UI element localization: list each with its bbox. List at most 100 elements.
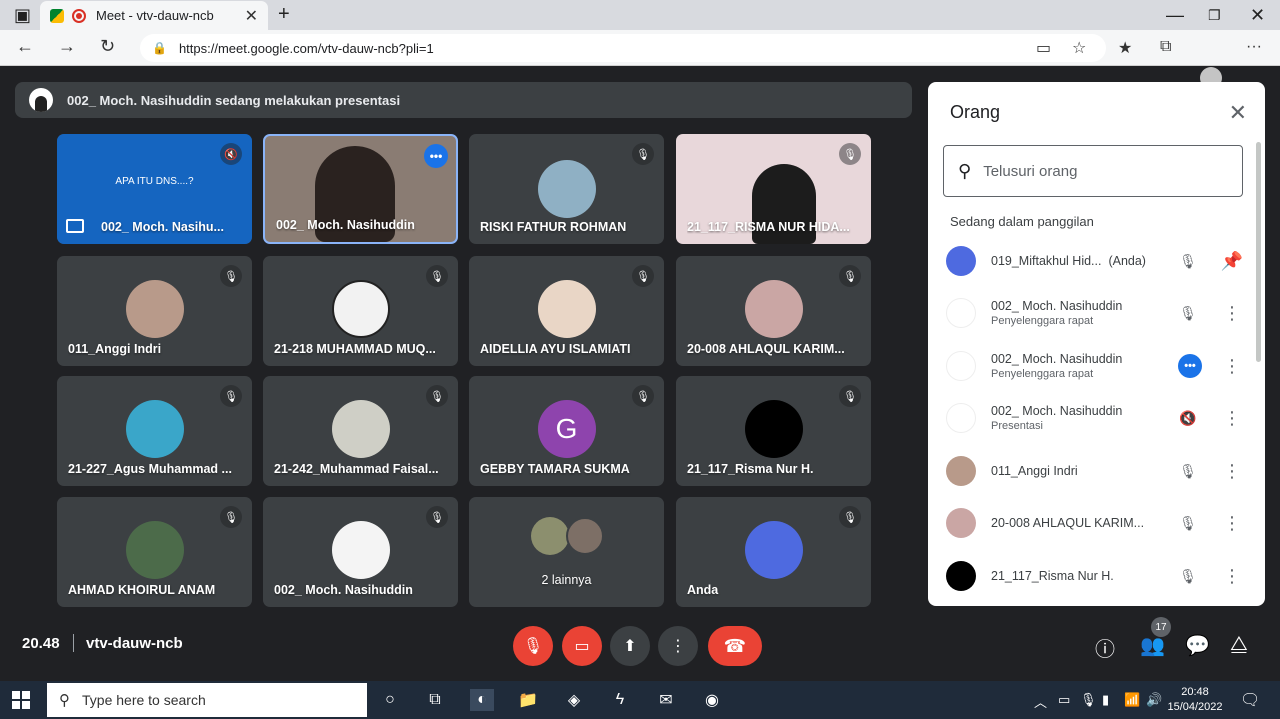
- favorites-icon[interactable]: ★: [1118, 38, 1132, 58]
- task-view-icon[interactable]: ⧉: [423, 689, 447, 711]
- video-tile[interactable]: 🎙 21_117_RISMA NUR HIDA...: [676, 134, 871, 244]
- camera-toggle-button[interactable]: ▭: [562, 626, 602, 666]
- microphone-toggle-button[interactable]: 🎙: [513, 626, 553, 666]
- video-tile[interactable]: 🎙 21_117_Risma Nur H.: [676, 376, 871, 486]
- reload-icon[interactable]: ↻: [100, 36, 115, 57]
- browser-tab[interactable]: Meet - vtv-dauw-ncb ✕: [40, 1, 268, 30]
- microphone-tray-icon[interactable]: 🎙: [1080, 692, 1097, 708]
- meeting-code: vtv-dauw-ncb: [86, 635, 183, 652]
- more-options-icon[interactable]: ⋮: [1218, 356, 1246, 377]
- close-window-icon[interactable]: ✕: [1250, 5, 1265, 26]
- address-bar-row: ← → ↻ 🔒 https://meet.google.com/vtv-dauw…: [0, 30, 1280, 89]
- mic-off-icon[interactable]: 🎙: [1174, 568, 1202, 585]
- person-row[interactable]: 20-008 AHLAQUL KARIM... 🎙 ⋮: [946, 499, 1246, 547]
- more-options-icon[interactable]: ⋮: [1218, 566, 1246, 587]
- muted-icon: 🎙: [632, 265, 654, 287]
- video-tile[interactable]: 🎙 AHMAD KHOIRUL ANAM: [57, 497, 252, 607]
- camera-in-use-icon[interactable]: ▭: [1036, 38, 1051, 58]
- app-icon[interactable]: ϟ: [608, 689, 632, 711]
- forward-icon[interactable]: →: [58, 36, 76, 57]
- taskbar-search-input[interactable]: ⚲ Type here to search: [47, 683, 367, 717]
- person-name: 20-008 AHLAQUL KARIM...: [991, 516, 1145, 530]
- close-tab-icon[interactable]: ✕: [245, 6, 258, 26]
- audio-muted-icon[interactable]: 🔇: [1174, 410, 1202, 427]
- person-row[interactable]: 011_Anggi Indri 🎙 ⋮: [946, 447, 1246, 495]
- tile-name: 20-008 AHLAQUL KARIM...: [687, 342, 845, 356]
- new-tab-icon[interactable]: +: [278, 3, 290, 26]
- wifi-icon[interactable]: 📶: [1124, 692, 1140, 708]
- person-row[interactable]: 002_ Moch. Nasihuddin Presentasi 🔇 ⋮: [946, 394, 1246, 442]
- slide-text: APA ITU DNS....?: [115, 176, 194, 187]
- leave-call-button[interactable]: ☎: [708, 626, 762, 666]
- volume-icon[interactable]: 🔊: [1146, 692, 1162, 708]
- tab-actions-icon[interactable]: ▣: [14, 5, 31, 26]
- back-icon[interactable]: ←: [16, 36, 34, 57]
- more-menu-icon[interactable]: ···: [1246, 38, 1262, 56]
- video-tile[interactable]: 🎙 002_ Moch. Nasihuddin: [263, 497, 458, 607]
- video-tile[interactable]: 🎙 011_Anggi Indri: [57, 256, 252, 366]
- mail-icon[interactable]: ✉: [654, 689, 678, 711]
- mic-off-icon[interactable]: 🎙: [1174, 515, 1202, 532]
- panel-scrollbar[interactable]: [1256, 142, 1261, 362]
- people-count-badge: 17: [1151, 617, 1171, 637]
- dropbox-icon[interactable]: ◈: [562, 689, 586, 711]
- mic-off-icon[interactable]: 🎙: [1174, 305, 1202, 322]
- show-hidden-icons-icon[interactable]: ︿: [1034, 692, 1047, 711]
- person-row[interactable]: 21_117_Risma Nur H. 🎙 ⋮: [946, 552, 1246, 600]
- participant-avatar: [744, 280, 803, 338]
- notification-icon[interactable]: 🗨: [1240, 690, 1260, 710]
- meeting-details-icon[interactable]: ⓘ: [1095, 633, 1115, 662]
- cortana-icon[interactable]: ○: [378, 689, 402, 711]
- more-options-button[interactable]: ⋮: [658, 626, 698, 666]
- video-tile-self[interactable]: 🎙 Anda: [676, 497, 871, 607]
- start-windows-icon[interactable]: [12, 691, 30, 709]
- person-row[interactable]: 002_ Moch. Nasihuddin Penyelenggara rapa…: [946, 289, 1246, 337]
- battery-icon[interactable]: ▮: [1102, 692, 1109, 708]
- more-options-icon[interactable]: ⋮: [1218, 461, 1246, 482]
- participant-avatar: [744, 521, 803, 579]
- collections-icon[interactable]: ⧉: [1160, 38, 1171, 56]
- more-options-icon[interactable]: •••: [424, 144, 448, 168]
- meet-tray-icon[interactable]: ▭: [1058, 692, 1070, 708]
- browser-tab-bar: ▣ Meet - vtv-dauw-ncb ✕ + — ❐ ✕: [0, 0, 1280, 30]
- muted-icon: 🎙: [220, 385, 242, 407]
- video-tile-others[interactable]: 2 lainnya: [469, 497, 664, 607]
- mic-off-icon[interactable]: 🎙: [1174, 463, 1202, 480]
- edge-browser-icon[interactable]: ◐: [470, 689, 494, 711]
- chrome-icon[interactable]: ◉: [700, 689, 724, 711]
- activities-icon[interactable]: ⧋: [1230, 633, 1248, 656]
- person-row[interactable]: 019_Miftakhul Hid... (Anda) 🎙 📌: [946, 237, 1246, 285]
- video-tile[interactable]: 🎙 20-008 AHLAQUL KARIM...: [676, 256, 871, 366]
- system-clock[interactable]: 20:48 15/04/2022: [1166, 685, 1224, 715]
- video-tile[interactable]: G 🎙 GEBBY TAMARA SUKMA: [469, 376, 664, 486]
- more-options-icon[interactable]: ⋮: [1218, 408, 1246, 429]
- tile-name: AIDELLIA AYU ISLAMIATI: [480, 342, 631, 356]
- url-input[interactable]: 🔒 https://meet.google.com/vtv-dauw-ncb?p…: [140, 34, 1106, 62]
- close-panel-icon[interactable]: ✕: [1229, 100, 1247, 126]
- person-name: 019_Miftakhul Hid... (Anda): [991, 254, 1146, 268]
- video-tile[interactable]: 🎙 21-227_Agus Muhammad ...: [57, 376, 252, 486]
- video-tile-screen-share[interactable]: APA ITU DNS....? 🔇 002_ Moch. Nasihu...: [57, 134, 252, 244]
- mic-off-icon[interactable]: 🎙: [1174, 253, 1202, 270]
- file-explorer-icon[interactable]: 📁: [516, 689, 540, 711]
- restore-icon[interactable]: ❐: [1208, 7, 1221, 24]
- more-options-icon[interactable]: ⋮: [1218, 303, 1246, 324]
- panel-title: Orang: [950, 102, 1001, 122]
- video-tile[interactable]: 🎙 21-218 MUHAMMAD MUQ...: [263, 256, 458, 366]
- chat-icon[interactable]: 💬: [1185, 633, 1210, 658]
- video-tile[interactable]: 🎙 AIDELLIA AYU ISLAMIATI: [469, 256, 664, 366]
- minimize-icon[interactable]: —: [1166, 5, 1184, 26]
- video-tile-active-speaker[interactable]: ••• 002_ Moch. Nasihuddin: [263, 134, 458, 244]
- tile-name: 2 lainnya: [541, 573, 592, 587]
- add-favorite-icon[interactable]: ☆: [1072, 38, 1086, 58]
- person-row[interactable]: 002_ Moch. Nasihuddin Penyelenggara rapa…: [946, 342, 1246, 390]
- search-people-input[interactable]: ⚲ Telusuri orang: [943, 145, 1243, 197]
- present-now-button[interactable]: ⬆: [610, 626, 650, 666]
- person-name: 002_ Moch. Nasihuddin: [991, 299, 1123, 313]
- video-tile[interactable]: 🎙 RISKI FATHUR ROHMAN: [469, 134, 664, 244]
- video-tile[interactable]: 🎙 21-242_Muhammad Faisal...: [263, 376, 458, 486]
- pin-icon[interactable]: 📌: [1218, 251, 1246, 272]
- person-info: 20-008 AHLAQUL KARIM...: [991, 516, 1168, 530]
- presenting-text: 002_ Moch. Nasihuddin sedang melakukan p…: [67, 92, 401, 108]
- more-options-icon[interactable]: ⋮: [1218, 513, 1246, 534]
